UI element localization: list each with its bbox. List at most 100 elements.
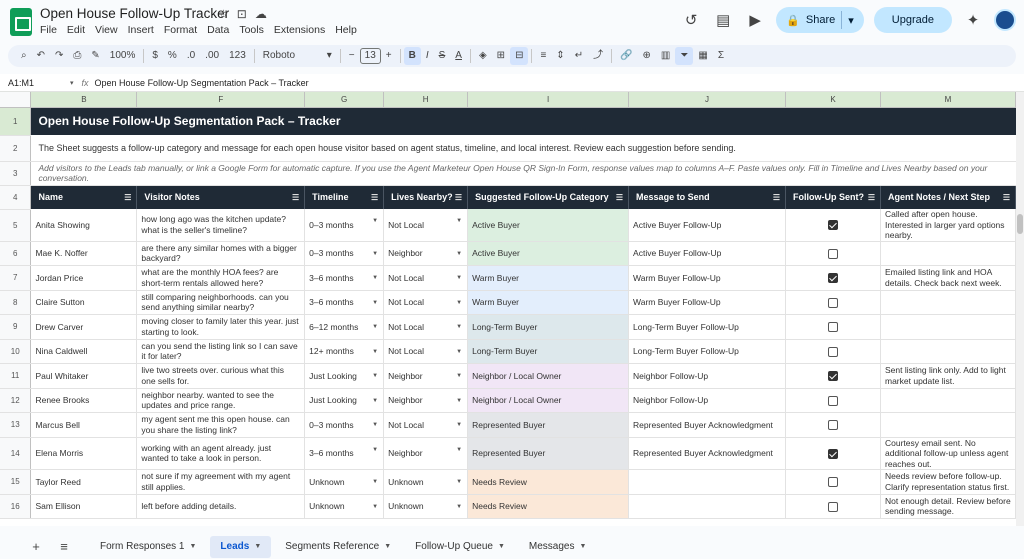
checkbox[interactable] xyxy=(828,395,839,406)
filter-icon[interactable]: ⏷ xyxy=(675,47,694,65)
chevron-down-icon[interactable]: ▼ xyxy=(372,373,378,379)
chevron-down-icon[interactable]: ▼ xyxy=(579,536,586,558)
sheet-tab[interactable]: Leads ▼ xyxy=(210,535,272,558)
text-wrap-icon[interactable]: ↵ xyxy=(570,47,588,65)
checkbox[interactable] xyxy=(828,220,839,231)
move-folder-icon[interactable]: ⊡ xyxy=(237,7,247,21)
cloud-status-icon[interactable]: ☁ xyxy=(255,7,267,21)
name-cell[interactable]: Anita Showing xyxy=(30,209,138,242)
add-sheet-button[interactable]: + xyxy=(22,539,50,554)
category-cell[interactable]: Long-Term Buyer xyxy=(467,339,630,364)
font-size-increase-button[interactable]: + xyxy=(381,47,397,65)
column-heading[interactable]: Message to Send ☰ xyxy=(628,185,787,209)
lives-nearby-dropdown[interactable]: Neighbor ▼ xyxy=(383,437,469,470)
message-cell[interactable]: Long-Term Buyer Follow-Up xyxy=(628,339,787,364)
name-cell[interactable]: Paul Whitaker xyxy=(30,363,138,389)
category-cell[interactable]: Needs Review xyxy=(467,494,630,519)
chevron-down-icon[interactable]: ▼ xyxy=(372,218,378,224)
font-size-decrease-button[interactable]: − xyxy=(344,47,360,65)
category-cell[interactable]: Neighbor / Local Owner xyxy=(467,388,630,413)
name-cell[interactable]: Sam Ellison xyxy=(30,494,138,519)
name-cell[interactable]: Marcus Bell xyxy=(30,412,138,438)
message-cell[interactable] xyxy=(628,469,787,495)
name-cell[interactable]: Elena Morris xyxy=(30,437,138,470)
agent-notes-cell[interactable] xyxy=(880,314,1016,340)
name-cell[interactable]: Taylor Reed xyxy=(30,469,138,495)
sheet-tab[interactable]: Follow-Up Queue ▼ xyxy=(405,536,515,558)
follow-up-sent-cell[interactable] xyxy=(785,363,881,389)
percent-format-button[interactable]: % xyxy=(163,47,182,65)
checkbox[interactable] xyxy=(828,448,839,459)
checkbox[interactable] xyxy=(828,371,839,382)
checkbox[interactable] xyxy=(828,501,839,512)
category-cell[interactable]: Neighbor / Local Owner xyxy=(467,363,630,389)
history-icon[interactable]: ↺ xyxy=(680,11,702,29)
name-cell[interactable]: Renee Brooks xyxy=(30,388,138,413)
filter-icon[interactable]: ☰ xyxy=(292,193,299,202)
spreadsheet-grid[interactable]: B F G H I J K M 1 Open House Follow-Up Segmentati… xyxy=(0,92,1016,526)
message-cell[interactable]: Represented Buyer Acknowledgment xyxy=(628,412,787,438)
meet-icon[interactable]: ▶ xyxy=(744,11,766,29)
sheet-tab[interactable]: Form Responses 1 ▼ xyxy=(90,536,206,558)
menu-item-data[interactable]: Data xyxy=(207,24,229,36)
avatar[interactable] xyxy=(994,9,1016,31)
follow-up-sent-cell[interactable] xyxy=(785,290,881,315)
category-cell[interactable]: Active Buyer xyxy=(467,241,630,266)
agent-notes-cell[interactable] xyxy=(880,339,1016,364)
row-header[interactable]: 7 xyxy=(0,265,32,291)
timeline-dropdown[interactable]: Unknown ▼ xyxy=(304,469,385,495)
chevron-down-icon[interactable]: ▼ xyxy=(372,251,378,257)
name-cell[interactable]: Mae K. Noffer xyxy=(30,241,138,266)
visitor-notes-cell[interactable]: my agent sent me this open house. can yo… xyxy=(136,412,306,438)
column-heading[interactable]: Suggested Follow-Up Category ☰ xyxy=(467,185,630,209)
lives-nearby-dropdown[interactable]: Not Local ▼ xyxy=(383,412,469,438)
category-cell[interactable]: Active Buyer xyxy=(467,209,630,242)
message-cell[interactable]: Active Buyer Follow-Up xyxy=(628,241,787,266)
filter-icon[interactable]: ☰ xyxy=(124,193,131,202)
column-header-f[interactable]: F xyxy=(136,92,306,108)
column-heading[interactable]: Agent Notes / Next Step ☰ xyxy=(880,185,1016,209)
lives-nearby-dropdown[interactable]: Neighbor ▼ xyxy=(383,388,469,413)
chevron-down-icon[interactable]: ▼ xyxy=(456,447,462,453)
checkbox[interactable] xyxy=(828,346,839,357)
category-cell[interactable]: Represented Buyer xyxy=(467,437,630,470)
sheet-title-cell[interactable]: Open House Follow-Up Segmentation Pack –… xyxy=(30,107,1016,135)
column-heading[interactable]: Follow-Up Sent? ☰ xyxy=(785,185,881,209)
font-size-input[interactable]: 13 xyxy=(359,48,381,64)
menu-item-view[interactable]: View xyxy=(95,24,118,36)
category-cell[interactable]: Represented Buyer xyxy=(467,412,630,438)
follow-up-sent-cell[interactable] xyxy=(785,412,881,438)
visitor-notes-cell[interactable]: moving closer to family later this year.… xyxy=(136,314,306,340)
follow-up-sent-cell[interactable] xyxy=(785,209,881,242)
visitor-notes-cell[interactable]: not sure if my agreement with my agent s… xyxy=(136,469,306,495)
checkbox[interactable] xyxy=(828,273,839,284)
follow-up-sent-cell[interactable] xyxy=(785,469,881,495)
filter-icon[interactable]: ☰ xyxy=(616,193,623,202)
chevron-down-icon[interactable]: ▼ xyxy=(456,422,462,428)
column-header-k[interactable]: K xyxy=(785,92,881,108)
agent-notes-cell[interactable]: Called after open house. Interested in l… xyxy=(880,209,1016,242)
currency-format-button[interactable]: $ xyxy=(147,47,163,65)
row-header[interactable]: 11 xyxy=(0,363,32,389)
filter-icon[interactable]: ☰ xyxy=(371,193,378,202)
column-heading[interactable]: Timeline ☰ xyxy=(304,185,385,209)
document-title[interactable]: Open House Follow-Up Tracker xyxy=(40,6,229,21)
message-cell[interactable]: Warm Buyer Follow-Up xyxy=(628,290,787,315)
lives-nearby-dropdown[interactable]: Not Local ▼ xyxy=(383,314,469,340)
vertical-align-icon[interactable]: ⇕ xyxy=(551,47,569,65)
checkbox[interactable] xyxy=(828,248,839,259)
timeline-dropdown[interactable]: Just Looking ▼ xyxy=(304,388,385,413)
upgrade-button[interactable]: Upgrade xyxy=(873,7,952,33)
chevron-down-icon[interactable]: ▼ xyxy=(372,275,378,281)
lives-nearby-dropdown[interactable]: Neighbor ▼ xyxy=(383,363,469,389)
text-color-button[interactable]: A xyxy=(450,47,467,65)
chevron-down-icon[interactable]: ▼ xyxy=(498,536,505,558)
font-select[interactable]: Roboto xyxy=(258,47,322,65)
chevron-down-icon[interactable]: ▼ xyxy=(456,300,462,306)
agent-notes-cell[interactable]: Courtesy email sent. No additional follo… xyxy=(880,437,1016,470)
checkbox[interactable] xyxy=(828,297,839,308)
column-heading[interactable]: Name ☰ xyxy=(30,185,138,209)
lives-nearby-dropdown[interactable]: Not Local ▼ xyxy=(383,290,469,315)
increase-decimal-button[interactable]: .00 xyxy=(200,47,224,65)
paint-format-icon[interactable]: ✎ xyxy=(86,47,104,65)
